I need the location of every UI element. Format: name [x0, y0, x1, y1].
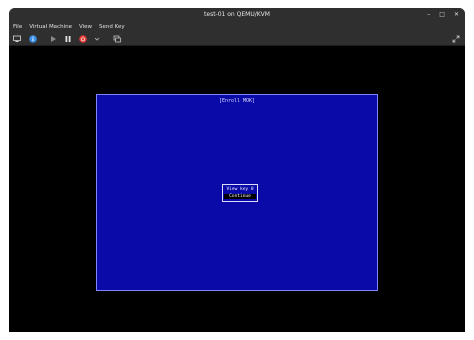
menu-bar: File Virtual Machine View Send Key: [9, 22, 465, 32]
menu-view[interactable]: View: [79, 22, 92, 32]
play-icon: [51, 36, 56, 42]
mok-options-dialog: View key 0 Continue: [222, 184, 258, 202]
snapshots-button[interactable]: [113, 35, 121, 43]
mok-manager-frame: [Enroll MOK] View key 0 Continue: [96, 94, 378, 291]
fullscreen-icon: [452, 35, 460, 43]
power-icon: [79, 35, 87, 43]
frame-title: [Enroll MOK]: [218, 98, 256, 104]
close-button[interactable]: ✕: [454, 8, 459, 22]
option-continue[interactable]: Continue: [224, 194, 256, 199]
window-title: test-01 on QEMU/KVM: [204, 11, 270, 18]
menu-virtual-machine[interactable]: Virtual Machine: [29, 22, 72, 32]
fullscreen-button[interactable]: [452, 35, 460, 43]
run-button[interactable]: [49, 35, 57, 43]
monitor-icon: [13, 35, 21, 42]
shutdown-button[interactable]: [79, 35, 87, 43]
maximize-button[interactable]: □: [439, 8, 445, 22]
toolbar: [9, 32, 465, 46]
pause-button[interactable]: [64, 35, 72, 43]
info-icon: [29, 35, 37, 43]
snapshot-icon: [113, 35, 121, 43]
menu-send-key[interactable]: Send Key: [99, 22, 125, 32]
chevron-down-icon: [94, 37, 100, 41]
details-button[interactable]: [29, 35, 37, 43]
minimize-button[interactable]: –: [427, 8, 430, 22]
vm-window: test-01 on QEMU/KVM – □ ✕ File Virtual M…: [9, 8, 465, 332]
pause-icon: [65, 36, 71, 42]
shutdown-menu-button[interactable]: [93, 35, 101, 43]
console-button[interactable]: [13, 35, 21, 43]
option-view-key[interactable]: View key 0: [223, 187, 257, 192]
menu-file[interactable]: File: [13, 22, 22, 32]
title-bar[interactable]: test-01 on QEMU/KVM – □ ✕: [9, 8, 465, 22]
vm-display[interactable]: [Enroll MOK] View key 0 Continue: [9, 46, 465, 332]
